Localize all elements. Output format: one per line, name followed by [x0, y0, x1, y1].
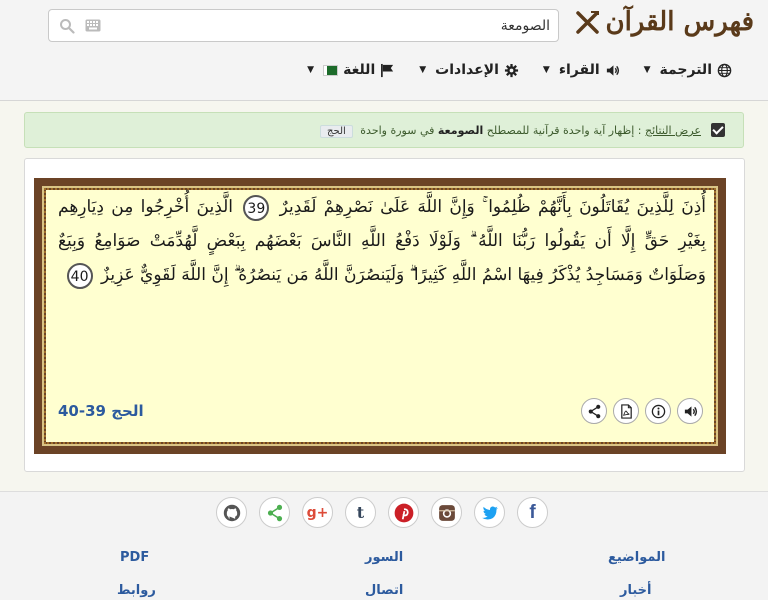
- results-text-after: في سورة واحدة: [360, 124, 435, 137]
- footer-link-surahs[interactable]: السور: [365, 550, 403, 565]
- results-label[interactable]: عرض النتائج: [645, 124, 701, 137]
- github-button[interactable]: [216, 497, 247, 528]
- footer-link-news[interactable]: أخبار: [620, 583, 652, 598]
- info-icon: [651, 404, 665, 418]
- instagram-button[interactable]: [431, 497, 462, 528]
- chevron-down-icon: ▼: [307, 65, 315, 75]
- tools-logo-icon: [576, 11, 600, 34]
- brand[interactable]: فهرس القرآن: [575, 7, 754, 37]
- social-links: g+ t f: [216, 497, 548, 528]
- twitter-button[interactable]: [474, 497, 505, 528]
- share-social-button[interactable]: [259, 497, 290, 528]
- menu-reciters[interactable]: القراء ▼: [543, 62, 620, 78]
- play-audio-button[interactable]: [677, 398, 703, 424]
- instagram-icon: [438, 504, 455, 521]
- main-menu: الترجمة ▼ القراء ▼ الإعدادات ▼ اللغة ▼: [307, 62, 732, 78]
- verse-text: أُذِنَ لِلَّذِينَ يُقَاتَلُونَ بِأَنَّهُ…: [58, 190, 706, 292]
- menu-language[interactable]: اللغة ▼: [307, 62, 395, 78]
- gear-icon: [504, 63, 518, 77]
- pinterest-button[interactable]: [388, 497, 419, 528]
- github-icon: [223, 504, 240, 521]
- speaker-icon: [684, 405, 697, 417]
- keyboard-icon[interactable]: [85, 19, 101, 32]
- results-notice: عرض النتائج : إظهار آية واحدة قرآنية للم…: [24, 112, 744, 148]
- footer-link-topics[interactable]: المواضيع: [608, 550, 665, 565]
- facebook-icon: f: [529, 501, 536, 523]
- flag-icon: [381, 63, 394, 77]
- ayah-number[interactable]: 39: [243, 194, 270, 221]
- verse-part-1: أُذِنَ لِلَّذِينَ يُقَاتَلُونَ بِأَنَّهُ…: [279, 197, 706, 217]
- menu-translation[interactable]: الترجمة ▼: [644, 62, 732, 78]
- twitter-icon: [481, 505, 498, 520]
- speaker-icon: [606, 64, 619, 76]
- ayah-number[interactable]: 40: [66, 262, 93, 289]
- pakistan-flag-icon: [323, 64, 339, 76]
- tumblr-button[interactable]: t: [345, 497, 376, 528]
- google-plus-button[interactable]: g+: [302, 497, 333, 528]
- info-button[interactable]: [645, 398, 671, 424]
- surah-tag[interactable]: الحج: [320, 125, 353, 138]
- share-button[interactable]: [581, 398, 607, 424]
- site-title[interactable]: فهرس القرآن: [605, 7, 754, 37]
- facebook-button[interactable]: f: [517, 497, 548, 528]
- footer-link-links[interactable]: روابط: [117, 583, 156, 598]
- verse-reference[interactable]: الحج 39-40: [58, 402, 144, 420]
- footer-link-contact[interactable]: اتصال: [365, 583, 403, 598]
- globe-icon: [717, 63, 732, 77]
- results-text-before: : إظهار آية واحدة قرآنية للمصطلح: [486, 124, 642, 137]
- verse-tools: [581, 398, 703, 424]
- pinterest-icon: [394, 503, 413, 522]
- menu-settings-label: الإعدادات: [435, 62, 499, 78]
- tumblr-icon: t: [356, 503, 365, 522]
- pdf-icon: [620, 403, 632, 419]
- checkbox-checked-icon[interactable]: [711, 123, 725, 137]
- menu-settings[interactable]: الإعدادات ▼: [419, 62, 519, 78]
- menu-reciters-label: القراء: [558, 62, 600, 78]
- chevron-down-icon: ▼: [419, 65, 427, 75]
- google-plus-icon: g+: [306, 504, 329, 521]
- results-notice-text: عرض النتائج : إظهار آية واحدة قرآنية للم…: [320, 124, 701, 138]
- results-term: الصومعة: [437, 124, 484, 137]
- menu-translation-label: الترجمة: [659, 62, 712, 78]
- header: فهرس القرآن الترجمة: [0, 0, 768, 101]
- chevron-down-icon: ▼: [643, 65, 651, 75]
- pdf-button[interactable]: [613, 398, 639, 424]
- search-icon[interactable]: [59, 18, 75, 34]
- share-icon: [267, 504, 282, 521]
- chevron-down-icon: ▼: [542, 65, 550, 75]
- footer-link-pdf[interactable]: PDF: [120, 550, 149, 565]
- share-icon: [588, 404, 600, 418]
- search-input[interactable]: [130, 14, 550, 38]
- menu-language-label: اللغة: [343, 62, 376, 78]
- search-box: [48, 9, 559, 42]
